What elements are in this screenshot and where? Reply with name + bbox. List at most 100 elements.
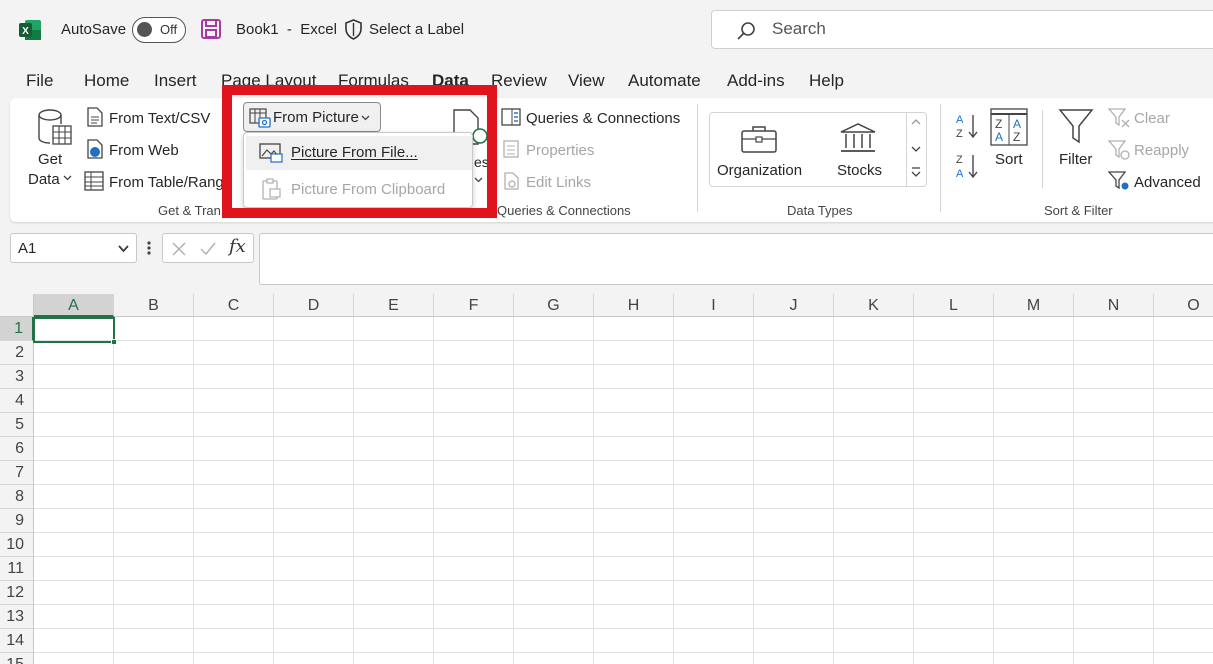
column-header-k[interactable]: K [834, 294, 914, 317]
get-transform-group-label: Get & Tran [158, 203, 221, 218]
grid-column-line [113, 317, 114, 664]
row-header-6[interactable]: 6 [0, 437, 34, 461]
row-header-4[interactable]: 4 [0, 389, 34, 413]
data-types-group-label: Data Types [787, 203, 853, 218]
sort-filter-group-label: Sort & Filter [1044, 203, 1113, 218]
column-header-l[interactable]: L [914, 294, 994, 317]
row-header-3[interactable]: 3 [0, 365, 34, 389]
from-web-label: From Web [109, 142, 179, 159]
column-header-d[interactable]: D [274, 294, 354, 317]
grid-row-line [34, 580, 1213, 581]
svg-text:Z: Z [956, 128, 963, 140]
row-header-14[interactable]: 14 [0, 629, 34, 653]
tab-file[interactable]: File [26, 71, 53, 91]
grid-column-line [833, 317, 834, 664]
grid-column-line [673, 317, 674, 664]
column-header-j[interactable]: J [754, 294, 834, 317]
tab-home[interactable]: Home [84, 71, 129, 91]
book-name: Book1 [236, 21, 279, 38]
grid-row-line [34, 556, 1213, 557]
column-header-m[interactable]: M [994, 294, 1074, 317]
grid-row-line [34, 484, 1213, 485]
confirm-entry-icon[interactable] [199, 241, 217, 257]
svg-text:X: X [22, 26, 29, 37]
row-header-2[interactable]: 2 [0, 341, 34, 365]
document-title: Book1 - Excel [236, 21, 337, 38]
autosave-state: Off [160, 22, 178, 37]
edit-links-label: Edit Links [526, 174, 592, 191]
queries-panel-icon [501, 108, 521, 126]
row-header-13[interactable]: 13 [0, 605, 34, 629]
sort-label: Sort [995, 151, 1023, 168]
sort-a-to-z-icon[interactable]: A Z [954, 112, 980, 140]
row-header-1[interactable]: 1 [0, 317, 34, 341]
title-bar: X AutoSave Off Book1 - Excel Select a La… [0, 0, 1213, 58]
column-header-b[interactable]: B [114, 294, 194, 317]
fill-handle[interactable] [111, 339, 117, 345]
autosave-toggle[interactable]: Off [132, 17, 186, 43]
tab-help[interactable]: Help [809, 71, 844, 91]
grid-column-line [993, 317, 994, 664]
sort-dialog-icon: Z A A Z [990, 108, 1028, 146]
search-box[interactable] [711, 10, 1213, 49]
cancel-entry-icon[interactable] [171, 241, 187, 257]
tab-review[interactable]: Review [491, 71, 547, 91]
grid-column-line [193, 317, 194, 664]
grid-column-line [353, 317, 354, 664]
tab-insert[interactable]: Insert [154, 71, 197, 91]
toggle-knob [137, 22, 152, 37]
name-box[interactable]: A1 [10, 233, 137, 263]
chevron-up-icon[interactable] [911, 118, 921, 126]
expand-gallery-icon[interactable] [911, 166, 921, 178]
tab-add-ins[interactable]: Add-ins [727, 71, 785, 91]
tab-automate[interactable]: Automate [628, 71, 701, 91]
column-header-g[interactable]: G [514, 294, 594, 317]
row-header-15[interactable]: 15 [0, 653, 34, 664]
grid-row-line [34, 532, 1213, 533]
grid-row-line [34, 460, 1213, 461]
grid-row-line [34, 364, 1213, 365]
shield-icon[interactable] [344, 19, 363, 40]
ribbon-divider [1042, 110, 1043, 188]
svg-text:Z: Z [956, 154, 963, 166]
column-header-i[interactable]: I [674, 294, 754, 317]
insert-function-button[interactable]: fx [229, 236, 246, 257]
advanced-filter-icon [1108, 171, 1129, 190]
sort-z-to-a-icon[interactable]: Z A [954, 152, 980, 180]
column-header-f[interactable]: F [434, 294, 514, 317]
formula-input[interactable] [259, 233, 1213, 285]
row-header-11[interactable]: 11 [0, 557, 34, 581]
row-header-9[interactable]: 9 [0, 509, 34, 533]
row-header-5[interactable]: 5 [0, 413, 34, 437]
filter-funnel-icon [1058, 109, 1094, 144]
select-all-corner[interactable] [0, 294, 34, 317]
grid-row-line [34, 436, 1213, 437]
row-header-12[interactable]: 12 [0, 581, 34, 605]
text-file-icon [87, 107, 103, 127]
svg-text:A: A [995, 130, 1003, 144]
row-header-8[interactable]: 8 [0, 485, 34, 509]
active-cell[interactable] [33, 317, 115, 343]
tab-view[interactable]: View [568, 71, 605, 91]
svg-text:A: A [956, 114, 964, 126]
row-header-10[interactable]: 10 [0, 533, 34, 557]
column-header-a[interactable]: A [34, 294, 114, 317]
column-header-o[interactable]: O [1154, 294, 1213, 317]
more-options-icon[interactable] [146, 240, 152, 256]
column-header-e[interactable]: E [354, 294, 434, 317]
grid-column-line [1073, 317, 1074, 664]
properties-label: Properties [526, 142, 595, 159]
chevron-down-icon[interactable] [911, 145, 921, 153]
save-icon[interactable] [201, 19, 221, 39]
search-input[interactable] [772, 19, 1072, 39]
column-header-n[interactable]: N [1074, 294, 1154, 317]
column-header-h[interactable]: H [594, 294, 674, 317]
formula-controls: fx [162, 233, 254, 263]
get-data-label-1: Get [38, 151, 63, 168]
chevron-down-icon[interactable] [118, 245, 129, 253]
column-header-c[interactable]: C [194, 294, 274, 317]
spreadsheet-grid[interactable]: ABCDEFGHIJKLMNO123456789101112131415 [0, 294, 1213, 664]
organization-label: Organization [717, 162, 803, 179]
row-header-7[interactable]: 7 [0, 461, 34, 485]
sensitivity-label-button[interactable]: Select a Label [369, 21, 464, 38]
